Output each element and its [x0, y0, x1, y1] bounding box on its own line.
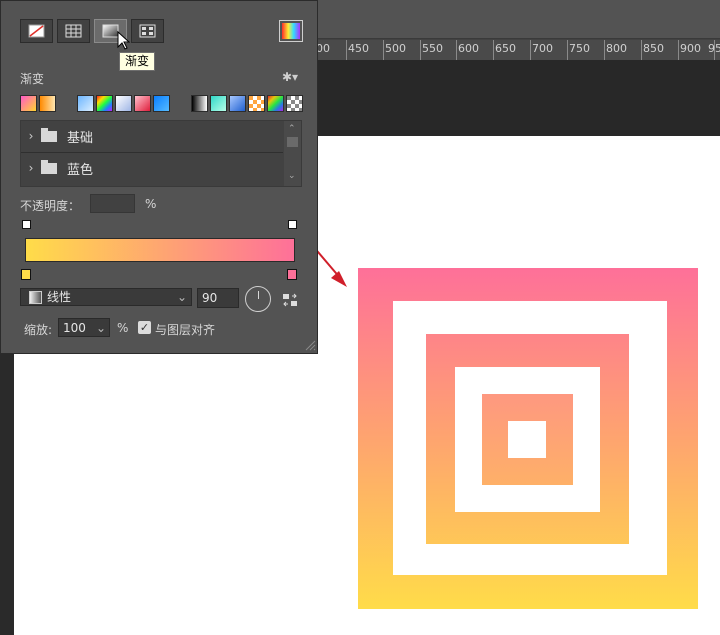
reverse-gradient-icon	[283, 293, 297, 307]
scroll-thumb[interactable]	[287, 137, 298, 147]
gear-icon: ✱▾	[282, 70, 299, 84]
scale-unit: %	[117, 321, 129, 335]
section-title: 渐变	[20, 72, 45, 86]
align-with-layer-checkbox[interactable]: ✓	[138, 321, 151, 334]
tooltip: 渐变	[119, 52, 156, 71]
preset-folder-blue[interactable]: › 蓝色	[21, 153, 283, 183]
gradient-swatch[interactable]	[77, 95, 94, 112]
cursor-icon	[117, 31, 130, 50]
opacity-input[interactable]	[90, 194, 135, 213]
scale-input[interactable]: 100 ⌄	[58, 318, 110, 337]
color-picker-button[interactable]	[279, 20, 303, 42]
folder-icon	[41, 127, 57, 142]
preset-list: › 基础 › 蓝色	[20, 120, 302, 187]
preset-folder-basic[interactable]: › 基础	[21, 121, 283, 151]
solid-color-icon	[65, 24, 82, 38]
scale-label: 缩放:	[24, 323, 53, 337]
settings-button[interactable]: ✱▾	[282, 70, 298, 84]
gradient-swatch[interactable]	[191, 95, 208, 112]
gradient-bar[interactable]	[25, 238, 295, 262]
gradient-swatch[interactable]	[210, 95, 227, 112]
solid-color-button[interactable]	[57, 19, 90, 43]
chevron-down-icon: ⌄	[95, 321, 106, 335]
chevron-right-icon: ›	[28, 129, 34, 143]
gradient-swatch[interactable]	[267, 95, 284, 112]
gradient-swatch[interactable]	[134, 95, 151, 112]
gradient-swatch[interactable]	[153, 95, 170, 112]
align-with-layer-label: 与图层对齐	[155, 323, 216, 337]
gradient-swatch[interactable]	[20, 95, 37, 112]
reverse-gradient-button[interactable]	[282, 292, 298, 311]
pattern-button[interactable]	[131, 19, 164, 43]
resize-grip-icon[interactable]	[304, 339, 316, 351]
scroll-up-icon[interactable]: ⌃	[288, 124, 296, 134]
folder-label: 蓝色	[67, 162, 94, 178]
opacity-label: 不透明度：	[20, 199, 81, 213]
gradient-swatch[interactable]	[96, 95, 113, 112]
gradient-swatch[interactable]	[115, 95, 132, 112]
linear-type-icon	[29, 291, 42, 304]
pattern-icon	[139, 24, 156, 38]
folder-label: 基础	[67, 130, 94, 146]
angle-dial[interactable]	[245, 286, 271, 312]
color-stop-right[interactable]	[287, 269, 297, 280]
chevron-right-icon: ›	[28, 161, 34, 175]
angle-input[interactable]: 90	[197, 288, 239, 308]
color-stop-left[interactable]	[21, 269, 31, 280]
gradient-type-select[interactable]: 线性 ⌄	[20, 288, 192, 306]
scale-value: 100	[63, 321, 86, 335]
chevron-down-icon: ⌄	[176, 290, 187, 304]
gradient-panel: 渐变 渐变 ✱▾ › 基础 › 蓝色 ⌃ ⌄ 不透明度： % 线性 ⌄ 90 缩…	[0, 0, 318, 354]
color-picker-icon	[282, 23, 300, 39]
gradient-type-value: 线性	[47, 290, 72, 304]
gradient-swatch[interactable]	[39, 95, 56, 112]
gradient-swatch[interactable]	[229, 95, 246, 112]
gradient-swatch[interactable]	[286, 95, 303, 112]
gradient-swatch[interactable]	[248, 95, 265, 112]
scroll-down-icon[interactable]: ⌄	[288, 171, 296, 181]
no-fill-icon	[28, 24, 45, 38]
preset-scrollbar[interactable]: ⌃ ⌄	[284, 121, 301, 186]
folder-icon	[41, 159, 57, 174]
no-fill-button[interactable]	[20, 19, 53, 43]
opacity-stop-left[interactable]	[22, 220, 31, 229]
opacity-stop-right[interactable]	[288, 220, 297, 229]
opacity-unit: %	[145, 197, 157, 211]
